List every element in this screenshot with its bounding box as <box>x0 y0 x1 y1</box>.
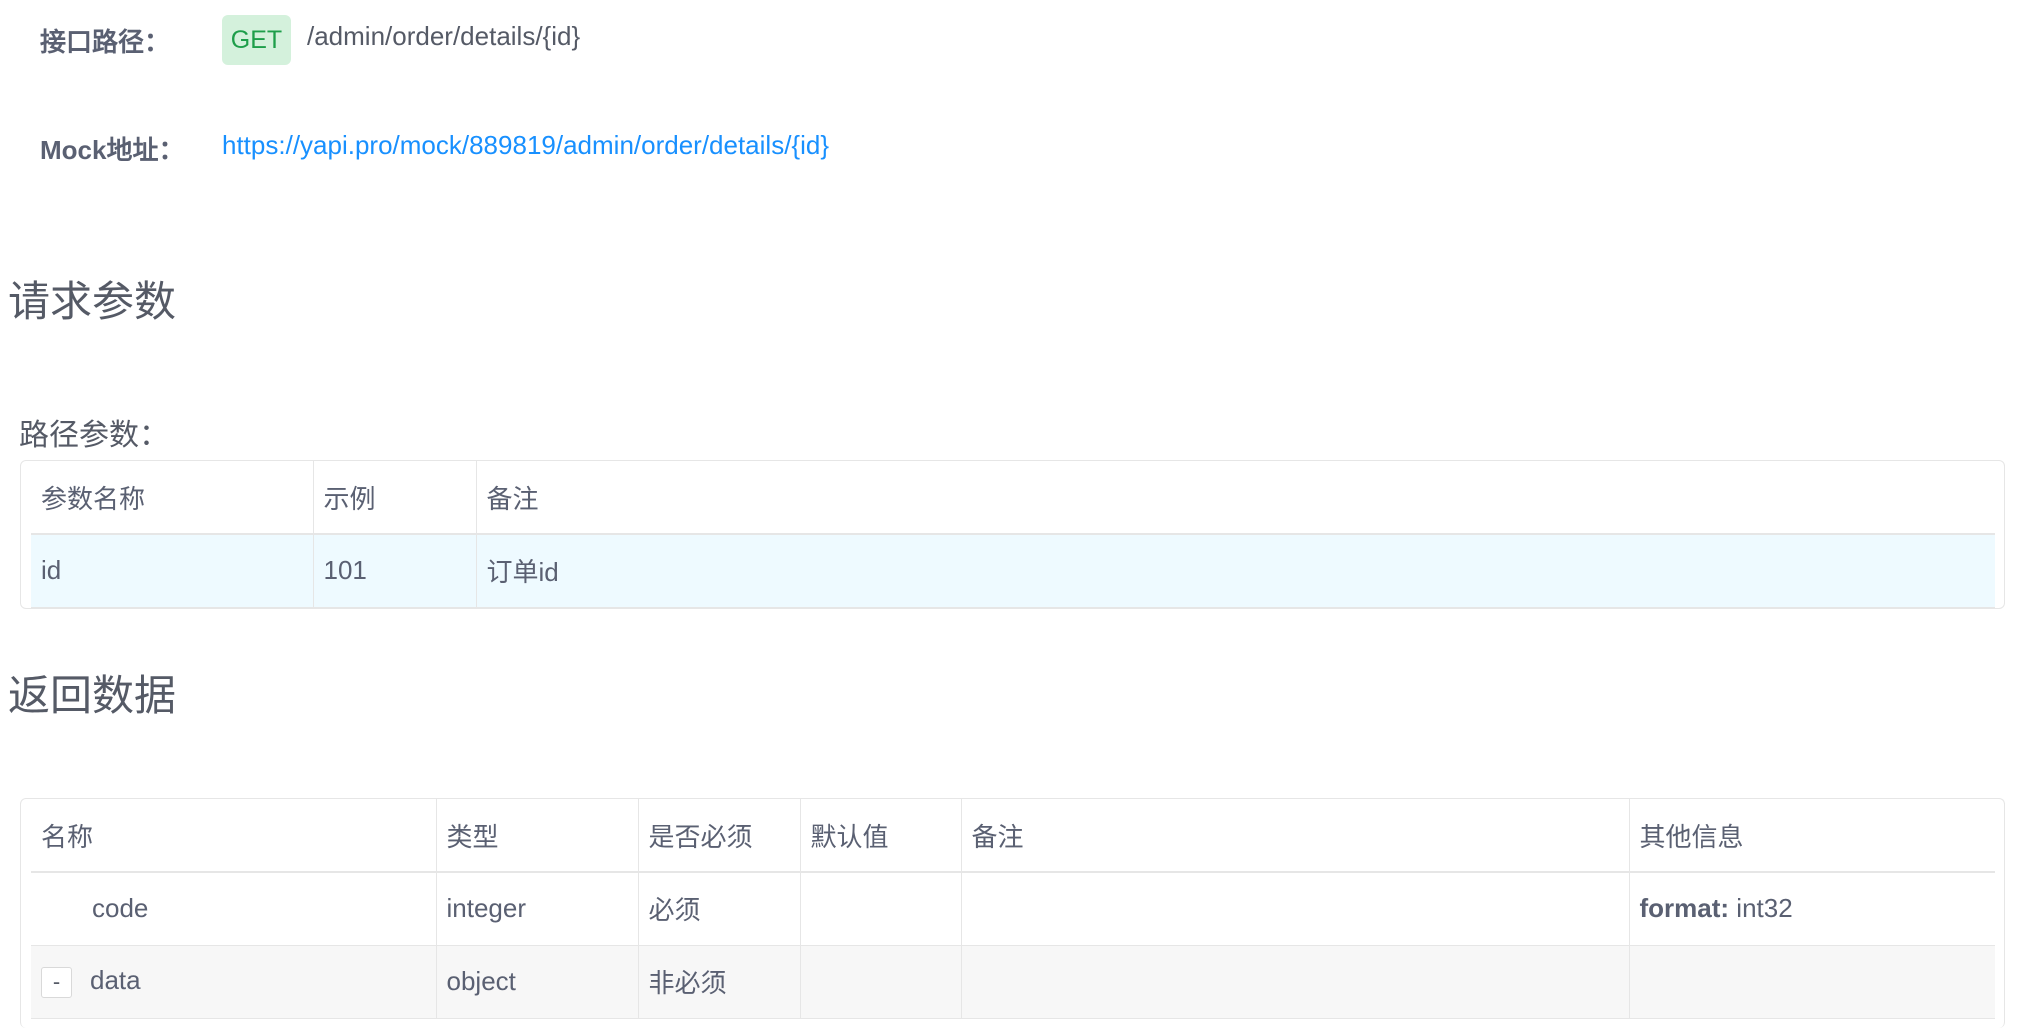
col-other-info: 其他信息 <box>1639 821 1744 852</box>
field-type-cell: object <box>436 945 639 1018</box>
col-default: 默认值 <box>800 799 962 872</box>
field-note-cell <box>961 945 1630 1018</box>
col-name: 名称 <box>31 799 437 872</box>
api-path: /admin/order/details/{id} <box>307 21 581 51</box>
field-other-cell: format: int32 <box>1629 872 1995 945</box>
col-param-name: 参数名称 <box>31 461 314 534</box>
col-required: 是否必须 <box>638 799 801 872</box>
col-type: 类型 <box>436 799 639 872</box>
path-label: 接口路径： <box>40 27 171 57</box>
field-other-cell <box>1629 945 1995 1018</box>
field-required-cell: 非必须 <box>638 945 801 1018</box>
response-table: 名称 类型 是否必须 默认值 备注 其他信息 code integer 必须 f… <box>31 799 1995 1019</box>
param-name-cell: id <box>31 534 314 607</box>
field-type-cell: integer <box>436 872 639 945</box>
mock-url-link[interactable]: https://yapi.pro/mock/889819/admin/order… <box>222 130 829 161</box>
response-data-title: 返回数据 <box>8 672 177 719</box>
path-params-title: 路径参数： <box>19 419 169 452</box>
response-table-wrap: 名称 类型 是否必须 默认值 备注 其他信息 code integer 必须 f… <box>20 798 2005 1028</box>
field-name-cell: code <box>31 872 437 945</box>
collapse-toggle-button[interactable]: - <box>41 966 72 998</box>
field-default-cell <box>800 945 962 1018</box>
field-required-cell: 必须 <box>638 872 801 945</box>
format-key: format: <box>1639 893 1730 924</box>
response-header-row: 名称 类型 是否必须 默认值 备注 其他信息 <box>31 799 1995 872</box>
format-value: int32 <box>1729 893 1793 924</box>
col-remark: 备注 <box>961 799 1630 872</box>
field-note-cell <box>961 872 1630 945</box>
field-name-text: data <box>90 965 141 996</box>
table-row[interactable]: - data object 非必须 <box>31 945 1995 1018</box>
param-note-cell: 订单id <box>486 557 559 588</box>
request-params-title: 请求参数 <box>8 278 177 325</box>
method-badge: GET <box>222 15 291 65</box>
path-params-table: 参数名称 示例 备注 id 101 订单id <box>31 461 1995 608</box>
table-row: id 101 订单id <box>31 534 1995 607</box>
param-example-cell: 101 <box>313 534 477 607</box>
mock-label: Mock地址： <box>40 135 185 165</box>
field-name-cell: - data <box>31 945 437 1018</box>
path-params-header-row: 参数名称 示例 备注 <box>31 461 1995 534</box>
col-note: 备注 <box>486 483 539 514</box>
table-row: code integer 必须 format: int32 <box>31 872 1995 945</box>
col-example: 示例 <box>313 461 477 534</box>
field-default-cell <box>800 872 962 945</box>
path-params-table-wrap: 参数名称 示例 备注 id 101 订单id <box>20 460 2005 609</box>
